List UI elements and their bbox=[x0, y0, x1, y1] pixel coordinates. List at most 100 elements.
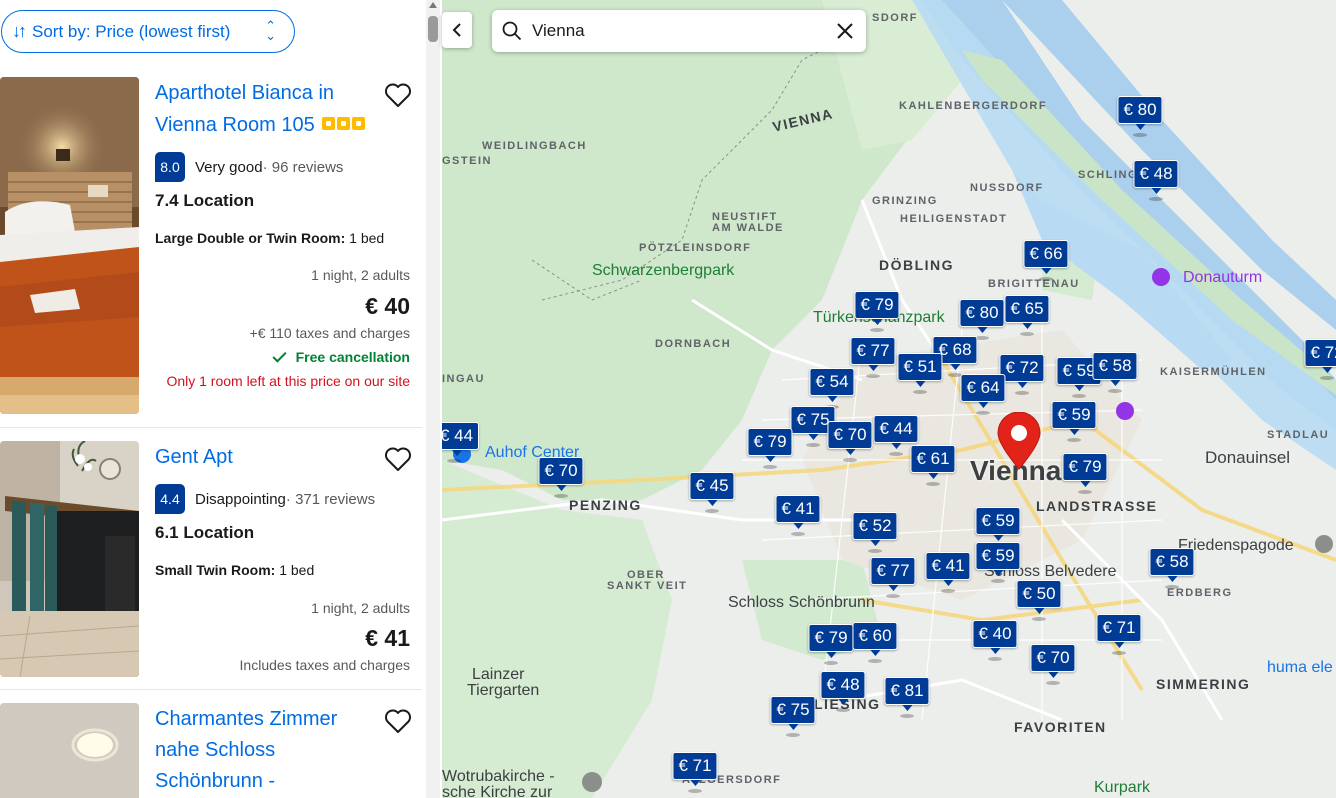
map-place-label: SCHLING bbox=[1078, 169, 1138, 181]
price-marker-shadow bbox=[1015, 391, 1029, 395]
map-poi-label[interactable]: Schloss Schönbrunn bbox=[728, 594, 875, 612]
price-marker[interactable]: € 71 bbox=[672, 752, 718, 780]
price-marker[interactable]: € 65 bbox=[1004, 295, 1050, 323]
price-marker[interactable]: € 79 bbox=[808, 624, 854, 652]
property-title-link[interactable]: Gent Apt bbox=[155, 442, 370, 473]
scroll-up-arrow-icon[interactable] bbox=[429, 2, 437, 8]
price-marker[interactable]: € 58 bbox=[1149, 548, 1195, 576]
price-marker[interactable]: € 48 bbox=[1133, 160, 1179, 188]
property-photo[interactable] bbox=[0, 77, 139, 414]
results-list-panel: ↓↑ Sort by: Price (lowest first) ⌃ ⌄ Apa… bbox=[0, 0, 442, 798]
property-title-link[interactable]: Aparthotel Bianca in Vienna Room 105 bbox=[155, 78, 370, 141]
price-marker[interactable]: € 59 bbox=[975, 507, 1021, 535]
price-marker[interactable]: € 52 bbox=[852, 512, 898, 540]
app-root: ↓↑ Sort by: Price (lowest first) ⌃ ⌄ Apa… bbox=[0, 0, 1336, 798]
price-marker[interactable]: € 77 bbox=[850, 337, 896, 365]
map-place-label: BRIGITTENAU bbox=[988, 278, 1080, 290]
map-place-label: WEIDLINGBACH bbox=[482, 140, 587, 152]
price-marker[interactable]: € 54 bbox=[809, 368, 855, 396]
price-marker[interactable]: € 72 bbox=[1304, 339, 1336, 367]
property-card[interactable]: Gent Apt 4.4 Disappointing · 371 reviews… bbox=[0, 428, 422, 690]
price-marker[interactable]: € 64 bbox=[960, 374, 1006, 402]
price-marker[interactable]: € 51 bbox=[897, 353, 943, 381]
price-marker-shadow bbox=[1067, 438, 1081, 442]
map-district-label: FAVORITEN bbox=[1014, 719, 1107, 735]
property-photo[interactable] bbox=[0, 703, 139, 798]
stay-details: 1 night, 2 adults bbox=[311, 600, 410, 616]
price-marker[interactable]: € 59 bbox=[975, 542, 1021, 570]
heart-icon[interactable] bbox=[384, 708, 412, 734]
price-marker[interactable]: € 70 bbox=[1030, 644, 1076, 672]
map-search-box[interactable] bbox=[492, 10, 866, 52]
review-score-word: Disappointing bbox=[195, 490, 286, 508]
close-icon[interactable] bbox=[836, 22, 854, 40]
price-marker-shadow bbox=[868, 659, 882, 663]
price-marker[interactable]: € 58 bbox=[1092, 352, 1138, 380]
map-poi-label[interactable]: sche Kirche zur bbox=[442, 784, 552, 798]
price-marker[interactable]: € 61 bbox=[910, 445, 956, 473]
sort-arrows-icon: ↓↑ bbox=[12, 21, 27, 41]
map-area-label: Donauinsel bbox=[1205, 448, 1291, 467]
price-marker-shadow bbox=[1078, 490, 1092, 494]
map-search-input[interactable] bbox=[532, 18, 822, 44]
price-marker[interactable]: € 70 bbox=[538, 457, 584, 485]
map-place-label: AM WALDE bbox=[712, 222, 784, 234]
room-info: Large Double or Twin Room: 1 bed bbox=[155, 230, 385, 246]
price-marker[interactable]: € 72 bbox=[999, 354, 1045, 382]
price-marker[interactable]: € 80 bbox=[959, 299, 1005, 327]
heart-icon[interactable] bbox=[384, 82, 412, 108]
price-marker[interactable]: € 60 bbox=[852, 622, 898, 650]
price-marker-shadow bbox=[926, 482, 940, 486]
price-marker-shadow bbox=[791, 532, 805, 536]
price-marker-shadow bbox=[1032, 617, 1046, 621]
map-park-label: Kurpark bbox=[1094, 779, 1151, 796]
price-marker-shadow bbox=[843, 458, 857, 462]
map[interactable]: VIENNA SDORF KAHLENBERGERDORF WEIDLINGBA… bbox=[442, 0, 1336, 798]
price-marker[interactable]: € 44 bbox=[873, 415, 919, 443]
price-marker[interactable]: € 77 bbox=[870, 557, 916, 585]
price-marker-shadow bbox=[1020, 332, 1034, 336]
price-marker[interactable]: € 66 bbox=[1023, 240, 1069, 268]
property-title-link[interactable]: Charmantes Zimmer nahe Schloss Schönbrun… bbox=[155, 704, 370, 798]
price-marker-shadow bbox=[688, 789, 702, 793]
price-marker[interactable]: € 81 bbox=[884, 677, 930, 705]
taxes-note: Includes taxes and charges bbox=[239, 657, 410, 673]
price: € 40 bbox=[365, 293, 410, 319]
property-card[interactable]: Charmantes Zimmer nahe Schloss Schönbrun… bbox=[0, 690, 422, 798]
price-marker[interactable]: € 40 bbox=[972, 620, 1018, 648]
map-place-label: INGAU bbox=[442, 373, 485, 385]
price-marker[interactable]: € 41 bbox=[775, 495, 821, 523]
price-marker[interactable]: € 79 bbox=[854, 291, 900, 319]
heart-icon[interactable] bbox=[384, 446, 412, 472]
price-marker[interactable]: € 71 bbox=[1096, 614, 1142, 642]
property-photo[interactable] bbox=[0, 441, 139, 677]
price-marker[interactable]: € 75 bbox=[770, 696, 816, 724]
price-marker-shadow bbox=[900, 714, 914, 718]
map-poi-label[interactable]: Friedenspagode bbox=[1178, 537, 1294, 555]
price-marker[interactable]: € 50 bbox=[1016, 580, 1062, 608]
price-marker-shadow bbox=[870, 328, 884, 332]
price-marker-shadow bbox=[988, 657, 1002, 661]
price-marker[interactable]: € 48 bbox=[820, 671, 866, 699]
location-pin-icon[interactable] bbox=[996, 412, 1042, 470]
sort-button[interactable]: ↓↑ Sort by: Price (lowest first) ⌃ ⌄ bbox=[1, 10, 295, 53]
map-place-label: SDORF bbox=[872, 12, 918, 24]
property-card[interactable]: Aparthotel Bianca in Vienna Room 105 8.0… bbox=[0, 64, 422, 428]
price-marker[interactable]: € 44 bbox=[442, 422, 480, 450]
star-rating bbox=[320, 109, 366, 140]
price-marker[interactable]: € 41 bbox=[925, 552, 971, 580]
map-poi-label[interactable]: Donauturm bbox=[1183, 269, 1262, 287]
price-marker[interactable]: € 45 bbox=[689, 472, 735, 500]
location-score: 6.1 Location bbox=[155, 523, 255, 542]
price-marker[interactable]: € 79 bbox=[1062, 453, 1108, 481]
price-marker-shadow bbox=[836, 708, 850, 712]
price-marker[interactable]: € 59 bbox=[1051, 401, 1097, 429]
price-marker[interactable]: € 70 bbox=[827, 421, 873, 449]
list-scrollbar[interactable] bbox=[426, 0, 440, 798]
map-poi-label[interactable]: huma ele bbox=[1267, 659, 1333, 677]
review-score-row: 4.4 Disappointing · 371 reviews bbox=[155, 484, 375, 514]
scrollbar-thumb[interactable] bbox=[428, 16, 438, 42]
price-marker[interactable]: € 80 bbox=[1117, 96, 1163, 124]
price-marker[interactable]: € 79 bbox=[747, 428, 793, 456]
collapse-list-button[interactable] bbox=[442, 12, 472, 48]
